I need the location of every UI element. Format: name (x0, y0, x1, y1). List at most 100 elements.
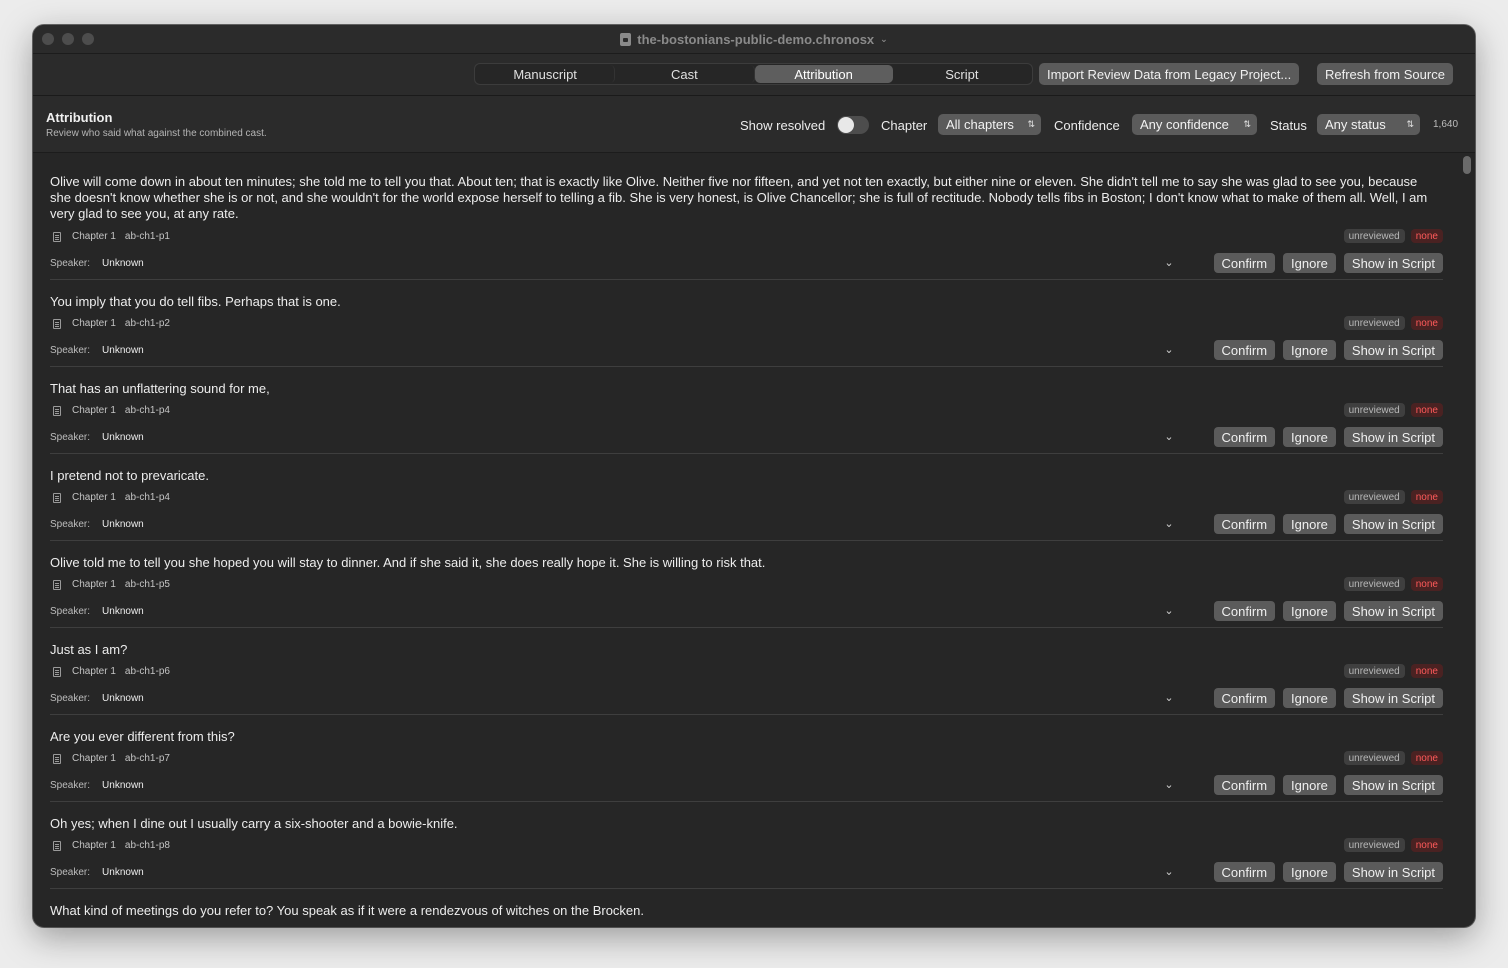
confirm-button[interactable]: Confirm (1213, 862, 1276, 882)
show-in-script-button[interactable]: Show in Script (1343, 775, 1443, 795)
speaker-value: Unknown (102, 867, 144, 878)
paragraph-id: ab-ch1-p4 (124, 405, 170, 416)
document-icon (53, 318, 61, 329)
ignore-button[interactable]: Ignore (1283, 514, 1336, 534)
tab-manuscript[interactable]: Manuscript (476, 65, 616, 83)
view-switcher: Manuscript Cast Attribution Script (474, 63, 1033, 85)
chapter-filter-label: Chapter (881, 118, 928, 133)
ignore-button[interactable]: Ignore (1283, 340, 1336, 360)
confidence-badge: none (1410, 751, 1443, 765)
speaker-row[interactable]: Speaker: Unknown (50, 345, 144, 356)
chevron-down-icon[interactable]: ⌄ (1164, 604, 1174, 617)
up-down-chevron-icon: ⇅ (1027, 119, 1034, 129)
list-item: You imply that you do tell fibs. Perhaps… (33, 280, 1461, 367)
item-location: Chapter 1 ab-ch1-p7 (50, 753, 170, 764)
tab-script[interactable]: Script (893, 65, 1031, 83)
speaker-row[interactable]: Speaker: Unknown (50, 780, 144, 791)
confirm-button[interactable]: Confirm (1213, 601, 1276, 621)
speaker-row[interactable]: Speaker: Unknown (50, 432, 144, 443)
show-in-script-button[interactable]: Show in Script (1343, 601, 1443, 621)
item-location: Chapter 1 ab-ch1-p2 (50, 318, 170, 329)
speaker-label: Speaker: (50, 519, 91, 530)
list-item: Just as I am? Chapter 1 ab-ch1-p6 unrevi… (33, 628, 1461, 715)
ignore-button[interactable]: Ignore (1283, 688, 1336, 708)
page-subtitle: Review who said what against the combine… (46, 128, 267, 139)
speaker-value: Unknown (102, 258, 144, 269)
speaker-row[interactable]: Speaker: Unknown (50, 258, 144, 269)
item-badges: unreviewed none (1343, 838, 1443, 852)
item-location: Chapter 1 ab-ch1-p6 (50, 666, 170, 677)
item-badges: unreviewed none (1343, 664, 1443, 678)
item-badges: unreviewed none (1343, 751, 1443, 765)
speaker-row[interactable]: Speaker: Unknown (50, 606, 144, 617)
chevron-down-icon[interactable]: ⌄ (1164, 256, 1174, 269)
status-badge: unreviewed (1343, 490, 1405, 504)
chevron-down-icon: ⌄ (880, 34, 888, 44)
ignore-button[interactable]: Ignore (1283, 253, 1336, 273)
speaker-row[interactable]: Speaker: Unknown (50, 693, 144, 704)
item-badges: unreviewed none (1343, 577, 1443, 591)
chevron-down-icon[interactable]: ⌄ (1164, 517, 1174, 530)
show-in-script-button[interactable]: Show in Script (1343, 862, 1443, 882)
show-resolved-label: Show resolved (740, 118, 826, 133)
confirm-button[interactable]: Confirm (1213, 688, 1276, 708)
list-item: What kind of meetings do you refer to? Y… (33, 889, 1461, 927)
paragraph-id: ab-ch1-p4 (124, 492, 170, 503)
confirm-button[interactable]: Confirm (1213, 775, 1276, 795)
toolbar: Manuscript Cast Attribution Script Impor… (33, 54, 1475, 96)
list-scrollbar[interactable] (1463, 156, 1471, 174)
chapter-filter-select[interactable]: All chapters ⇅ (938, 114, 1041, 135)
speaker-label: Speaker: (50, 867, 91, 878)
item-location: Chapter 1 ab-ch1-p5 (50, 579, 170, 590)
chapter-label: Chapter 1 (72, 318, 116, 329)
item-actions: Confirm Ignore Show in Script (1213, 862, 1443, 882)
speaker-row[interactable]: Speaker: Unknown (50, 867, 144, 878)
confidence-filter-select[interactable]: Any confidence ⇅ (1132, 114, 1257, 135)
up-down-chevron-icon: ⇅ (1406, 119, 1413, 129)
chevron-down-icon[interactable]: ⌄ (1164, 343, 1174, 356)
toggle-knob (838, 117, 854, 133)
show-in-script-button[interactable]: Show in Script (1343, 688, 1443, 708)
ignore-button[interactable]: Ignore (1283, 775, 1336, 795)
window-title[interactable]: the-bostonians-public-demo.chronosx ⌄ (33, 32, 1475, 47)
speaker-label: Speaker: (50, 258, 91, 269)
item-location: Chapter 1 ab-ch1-p4 (50, 405, 170, 416)
chevron-down-icon[interactable]: ⌄ (1164, 430, 1174, 443)
confirm-button[interactable]: Confirm (1213, 427, 1276, 447)
chevron-down-icon[interactable]: ⌄ (1164, 865, 1174, 878)
confirm-button[interactable]: Confirm (1213, 340, 1276, 360)
confidence-badge: none (1410, 664, 1443, 678)
import-review-data-button[interactable]: Import Review Data from Legacy Project..… (1039, 63, 1300, 85)
speaker-row[interactable]: Speaker: Unknown (50, 519, 144, 530)
status-badge: unreviewed (1343, 838, 1405, 852)
list-item: Olive will come down in about ten minute… (33, 154, 1461, 280)
item-location: Chapter 1 ab-ch1-p8 (50, 840, 170, 851)
confidence-badge: none (1410, 577, 1443, 591)
ignore-button[interactable]: Ignore (1283, 601, 1336, 621)
chevron-down-icon[interactable]: ⌄ (1164, 691, 1174, 704)
ignore-button[interactable]: Ignore (1283, 427, 1336, 447)
show-in-script-button[interactable]: Show in Script (1343, 253, 1443, 273)
refresh-from-source-button[interactable]: Refresh from Source (1317, 63, 1453, 85)
confirm-button[interactable]: Confirm (1213, 514, 1276, 534)
status-filter-select[interactable]: Any status ⇅ (1317, 114, 1420, 135)
speaker-label: Speaker: (50, 432, 91, 443)
tab-attribution[interactable]: Attribution (754, 65, 893, 83)
chevron-down-icon[interactable]: ⌄ (1164, 778, 1174, 791)
ignore-button[interactable]: Ignore (1283, 862, 1336, 882)
confirm-button[interactable]: Confirm (1213, 253, 1276, 273)
speaker-value: Unknown (102, 693, 144, 704)
item-location: Chapter 1 ab-ch1-p1 (50, 231, 170, 242)
window-title-text: the-bostonians-public-demo.chronosx (637, 32, 875, 47)
tab-cast[interactable]: Cast (615, 65, 755, 83)
show-in-script-button[interactable]: Show in Script (1343, 340, 1443, 360)
chapter-label: Chapter 1 (72, 579, 116, 590)
quote-text: Oh yes; when I dine out I usually carry … (50, 816, 458, 831)
show-in-script-button[interactable]: Show in Script (1343, 514, 1443, 534)
show-in-script-button[interactable]: Show in Script (1343, 427, 1443, 447)
show-resolved-toggle[interactable] (837, 116, 869, 134)
status-filter-label: Status (1270, 118, 1307, 133)
speaker-label: Speaker: (50, 606, 91, 617)
item-actions: Confirm Ignore Show in Script (1213, 514, 1443, 534)
quote-text: You imply that you do tell fibs. Perhaps… (50, 294, 341, 309)
